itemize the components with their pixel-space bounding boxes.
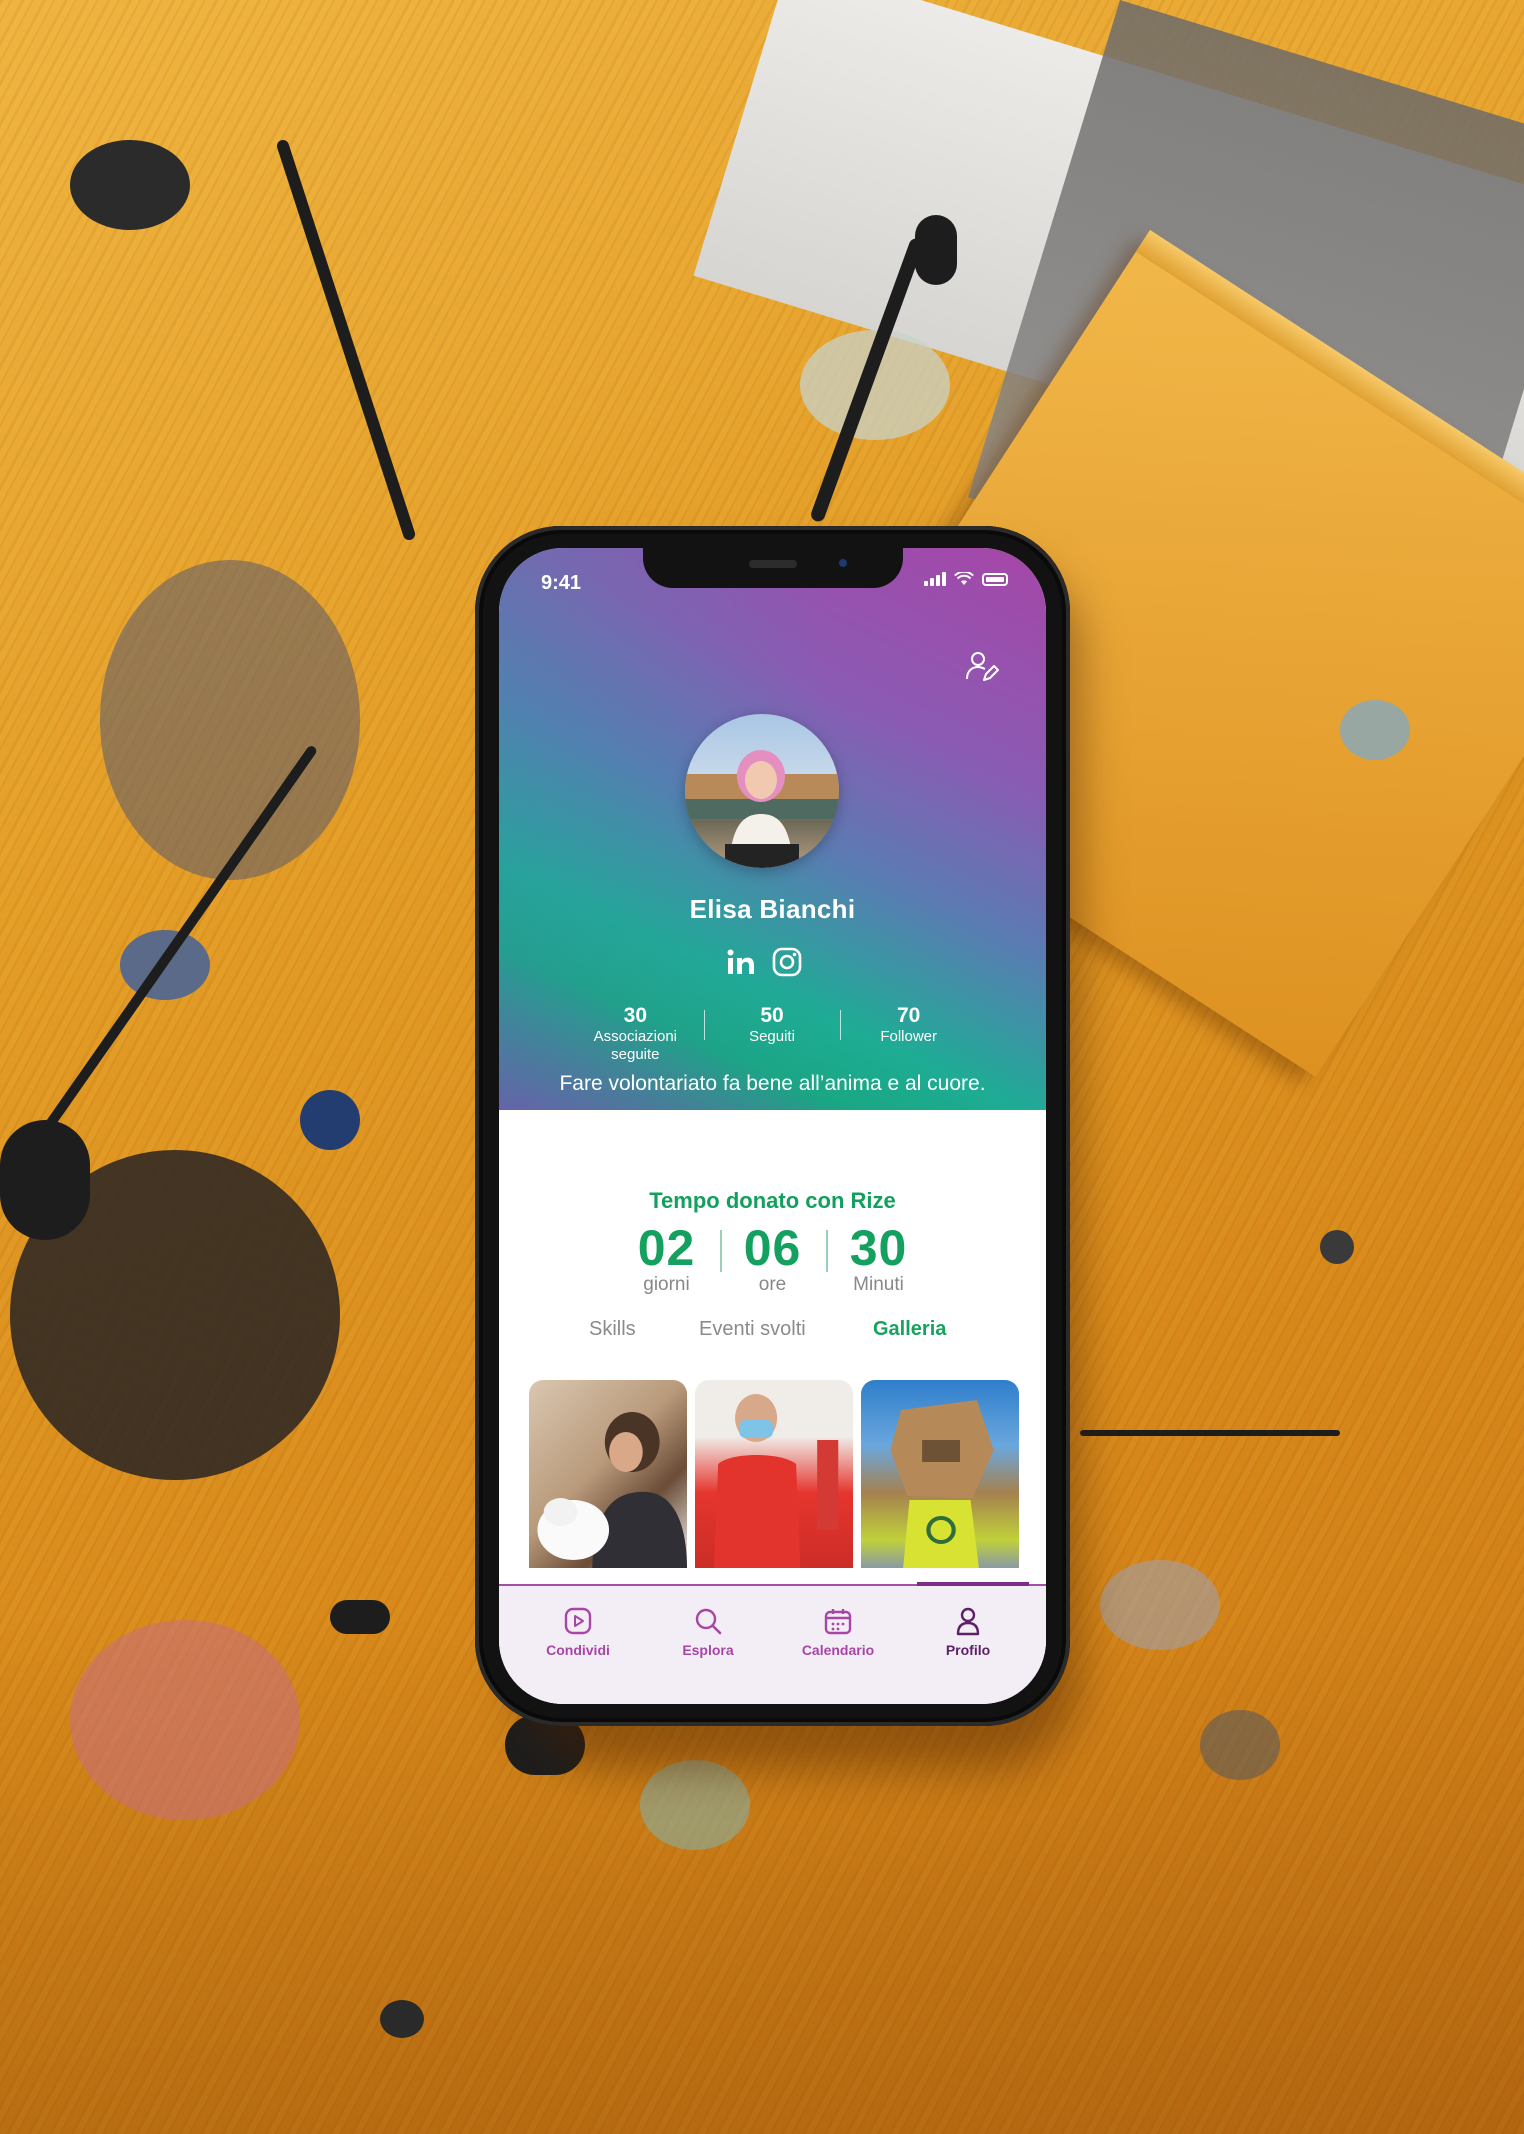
search-icon <box>695 1608 722 1635</box>
profile-stats: 30 Associazioni seguite 50 Seguiti 70 Fo… <box>567 1004 977 1064</box>
gallery-photo-box[interactable] <box>861 1380 1019 1568</box>
paint-splatter <box>100 560 360 880</box>
paint-splatter <box>1340 700 1410 760</box>
stat-follower[interactable]: 70 Follower <box>840 1004 977 1064</box>
bottom-nav: Condividi Esplora Calendario Profilo <box>499 1582 1046 1704</box>
phone-notch <box>643 548 903 588</box>
paint-splatter <box>1320 1230 1354 1264</box>
paint-splatter <box>1200 1710 1280 1780</box>
paint-drip <box>1080 1430 1340 1436</box>
edit-profile-icon[interactable] <box>964 648 1000 684</box>
profile-name: Elisa Bianchi <box>689 894 856 924</box>
status-icons <box>924 572 1008 586</box>
paint-splatter <box>1100 1560 1220 1650</box>
paint-splatter <box>70 1620 300 1820</box>
status-time: 9:41 <box>541 572 582 594</box>
stat-seguiti[interactable]: 50 Seguiti <box>703 1004 841 1064</box>
gallery-photo-volunteer[interactable] <box>695 1380 853 1568</box>
paint-drip <box>0 1120 90 1240</box>
avatar-photo <box>685 750 839 868</box>
donated-time-counter: 02 giorni 06 ore 30 Minuti <box>499 1220 1046 1294</box>
nav-condividi[interactable]: Condividi <box>523 1606 633 1658</box>
nav-profilo[interactable]: Profilo <box>913 1606 1023 1658</box>
timer-days: 02 giorni <box>637 1220 696 1295</box>
paint-drip <box>915 215 957 285</box>
paint-splatter <box>640 1760 750 1850</box>
paint-drip <box>330 1600 390 1634</box>
paint-splatter <box>380 2000 424 2038</box>
photo-gallery <box>529 1380 1019 1568</box>
gallery-photo-dog[interactable] <box>529 1380 687 1568</box>
signal-icon <box>924 572 946 586</box>
phone: 9:41 Elisa Bianchi 30 Associazioni segui… <box>475 526 1070 1726</box>
instagram-icon[interactable] <box>771 946 803 978</box>
nav-active-indicator <box>917 1582 1029 1586</box>
social-links <box>725 946 803 978</box>
timer-minutes: 30 Minuti <box>825 1220 932 1294</box>
tab-eventi-svolti[interactable]: Eventi svolti <box>699 1318 806 1341</box>
profile-bio: Fare volontariato fa bene all’anima e al… <box>559 1072 986 1095</box>
timer-hours: 06 ore <box>719 1220 826 1294</box>
avatar[interactable] <box>685 714 839 868</box>
battery-icon <box>982 573 1008 586</box>
user-icon <box>956 1607 980 1636</box>
paint-splatter <box>300 1090 360 1150</box>
nav-calendario[interactable]: Calendario <box>783 1606 893 1658</box>
tab-skills[interactable]: Skills <box>589 1318 636 1341</box>
nav-esplora[interactable]: Esplora <box>653 1606 763 1658</box>
donated-time-title: Tempo donato con Rize <box>649 1188 896 1213</box>
wifi-icon <box>954 572 974 585</box>
stat-associazioni[interactable]: 30 Associazioni seguite <box>567 1004 704 1064</box>
play-square-icon <box>564 1607 592 1635</box>
app-screen: 9:41 Elisa Bianchi 30 Associazioni segui… <box>499 548 1046 1704</box>
paint-drip <box>275 138 417 542</box>
calendar-icon <box>824 1609 852 1635</box>
paint-splatter <box>70 140 190 230</box>
linkedin-icon[interactable] <box>725 946 757 978</box>
tab-galleria[interactable]: Galleria <box>873 1318 946 1341</box>
